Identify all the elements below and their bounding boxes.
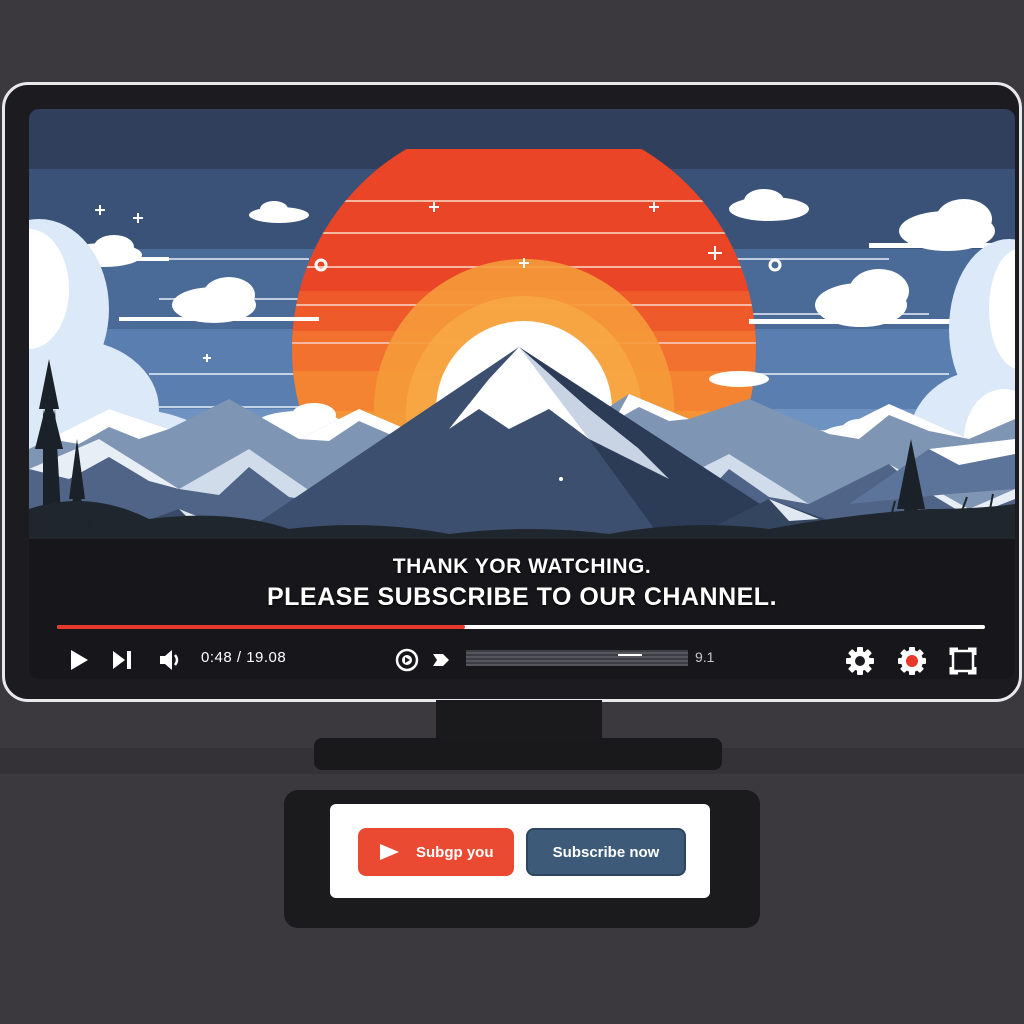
share-icon[interactable] — [431, 651, 451, 669]
captions-icon[interactable] — [395, 648, 419, 672]
player-controls: 0:48 / 19.08 9.1 — [29, 639, 1015, 679]
subtitle-line-2: PLEASE SUBSCRIBE TO OUR CHANNEL. — [266, 583, 778, 611]
monitor-stand-neck — [436, 700, 602, 742]
volume-handle[interactable] — [618, 654, 643, 656]
subscribe-button[interactable]: Subgp you — [358, 828, 514, 876]
volume-icon[interactable] — [159, 649, 181, 671]
progress-played — [57, 625, 466, 629]
subscribe-now-button-label: Subscribe now — [552, 843, 660, 861]
subscribe-card: Subgp you Subscribe now — [330, 804, 710, 898]
youtube-play-icon — [380, 844, 399, 860]
video-frame-landscape — [29, 109, 1015, 549]
video-player[interactable]: THANK YOR WATCHING. PLEASE SUBSCRIBE TO … — [29, 109, 1015, 679]
subscribe-now-button[interactable]: Subscribe now — [526, 828, 686, 876]
subscribe-panel: Subgp you Subscribe now — [284, 790, 760, 928]
playback-rate[interactable]: 9.1 — [695, 649, 714, 665]
volume-slider[interactable] — [466, 650, 688, 666]
monitor-stand-base — [314, 738, 722, 770]
fullscreen-icon[interactable] — [949, 647, 977, 675]
play-icon[interactable] — [69, 649, 89, 671]
progress-bar[interactable] — [57, 625, 985, 629]
subscribe-button-label: Subgp you — [416, 843, 494, 861]
settings-icon[interactable] — [845, 646, 875, 676]
record-icon[interactable] — [897, 646, 927, 676]
next-icon[interactable] — [111, 650, 133, 670]
subtitle-line-1: THANK YOR WATCHING. — [392, 555, 652, 578]
time-display: 0:48 / 19.08 — [201, 649, 287, 666]
monitor: THANK YOR WATCHING. PLEASE SUBSCRIBE TO … — [2, 82, 1022, 702]
